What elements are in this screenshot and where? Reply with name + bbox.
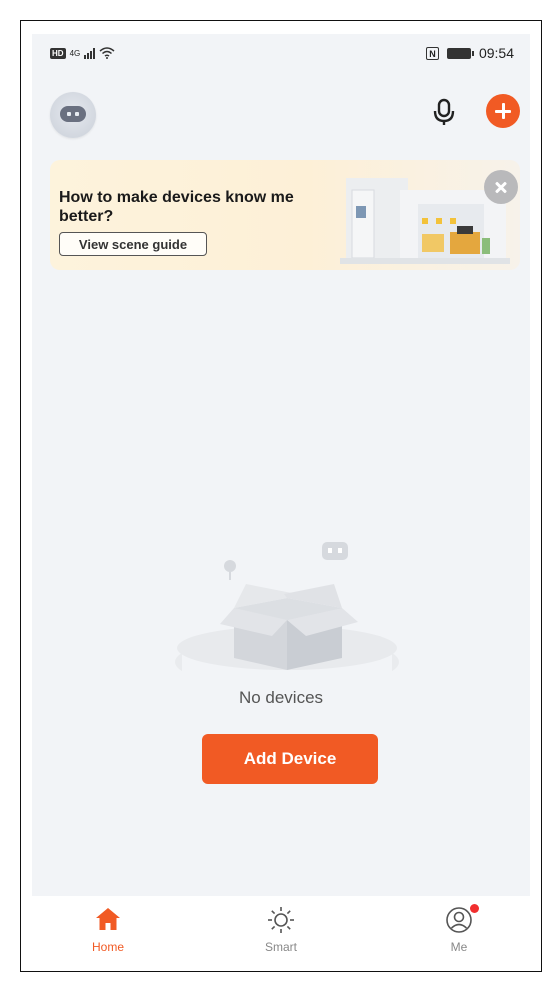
add-device-button[interactable]: Add Device xyxy=(202,734,378,784)
notification-badge xyxy=(470,904,479,913)
no-devices-text: No devices xyxy=(238,688,324,707)
nav-label-home: Home xyxy=(91,940,124,954)
nfc-icon: N xyxy=(425,46,439,60)
home-icon xyxy=(96,908,120,930)
nav-item-home[interactable]: Home xyxy=(53,896,163,964)
robot-icon xyxy=(60,106,86,122)
nav-label-smart: Smart xyxy=(264,940,297,954)
user-icon xyxy=(446,907,472,933)
status-right: N 09:54 xyxy=(425,45,514,61)
hd-badge: HD xyxy=(50,47,66,59)
microphone-button[interactable] xyxy=(428,96,460,128)
empty-box-illustration xyxy=(175,542,399,674)
status-bar: HD 4G N 09:54 xyxy=(32,34,530,74)
robot-avatar-button[interactable] xyxy=(50,92,96,138)
view-scene-guide-button[interactable]: View scene guide xyxy=(59,232,207,256)
banner-title: How to make devices know me better? xyxy=(59,189,294,225)
banner-close-button[interactable] xyxy=(484,170,518,204)
sun-icon xyxy=(268,907,294,933)
bottom-nav: Home Smart Me xyxy=(32,896,530,964)
microphone-icon xyxy=(433,98,455,125)
status-left: HD 4G xyxy=(50,47,115,59)
signal-icon xyxy=(84,47,96,59)
room-illustration xyxy=(340,178,510,264)
network-type: 4G xyxy=(69,48,81,58)
scene-guide-banner[interactable]: How to make devices know me better? View… xyxy=(50,160,520,270)
battery-icon xyxy=(446,47,474,59)
app-screen: HD 4G N 09:54 How to make devices know m… xyxy=(32,34,530,964)
wifi-icon xyxy=(99,47,115,59)
add-button[interactable] xyxy=(486,94,520,128)
status-time: 09:54 xyxy=(478,45,514,61)
nav-label-me: Me xyxy=(450,940,468,954)
nav-item-smart[interactable]: Smart xyxy=(226,896,336,964)
nav-item-me[interactable]: Me xyxy=(404,896,514,964)
